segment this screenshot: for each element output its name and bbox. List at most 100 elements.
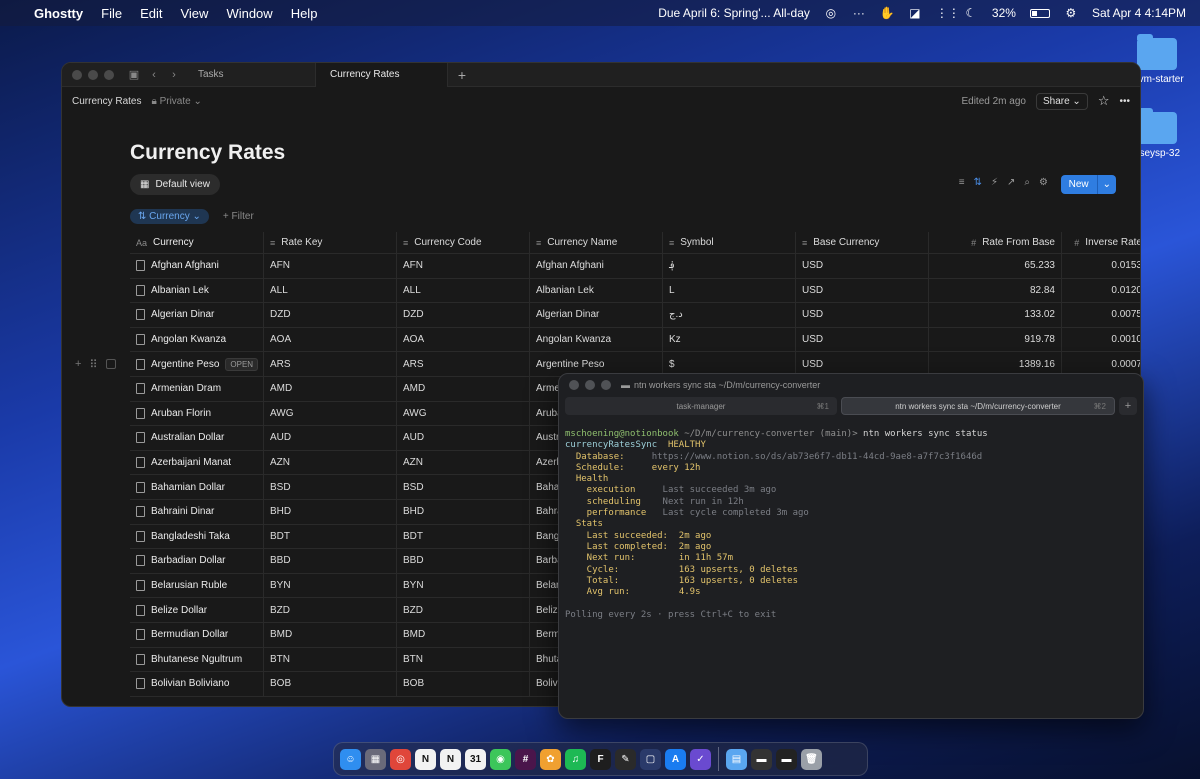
column-header[interactable]: ≡ Currency Name: [530, 232, 663, 253]
close-window-button[interactable]: [72, 69, 82, 80]
cell-rate[interactable]: 133.02: [929, 303, 1062, 327]
settings-sliders-icon[interactable]: ⚙: [1039, 177, 1048, 188]
row-checkbox[interactable]: [105, 359, 116, 370]
cell-key[interactable]: ARS: [264, 352, 397, 376]
cell-currency[interactable]: Afghan Afghani: [130, 254, 264, 278]
cell-base[interactable]: USD: [796, 278, 929, 303]
new-button-label[interactable]: New: [1060, 175, 1097, 194]
finder-icon[interactable]: ☺: [340, 748, 361, 770]
cell-inverse[interactable]: 0.0075: [1062, 303, 1140, 327]
cell-code[interactable]: AZN: [397, 450, 530, 475]
cell-code[interactable]: BMD: [397, 622, 530, 647]
cell-code[interactable]: BTN: [397, 647, 530, 672]
cell-code[interactable]: AOA: [397, 327, 530, 352]
battery-icon[interactable]: [1029, 8, 1050, 18]
sidebar-toggle-icon[interactable]: ▣: [124, 68, 144, 81]
figma-icon[interactable]: F: [590, 748, 611, 770]
cell-key[interactable]: BYN: [264, 573, 397, 598]
cell-key[interactable]: DZD: [264, 303, 397, 327]
table-row[interactable]: Algerian Dinar DZD DZD Algerian Dinar د.ج USD…: [130, 303, 1140, 328]
sort-icon[interactable]: ⇅: [974, 177, 982, 188]
cell-code[interactable]: BHD: [397, 499, 530, 524]
cell-code[interactable]: BSD: [397, 475, 530, 499]
notes-icon[interactable]: ✎: [615, 748, 636, 770]
new-terminal-tab-button[interactable]: +: [1119, 397, 1137, 415]
cell-rate[interactable]: 82.84: [929, 278, 1062, 303]
cell-currency[interactable]: Barbadian Dollar: [130, 549, 264, 573]
cell-key[interactable]: AZN: [264, 450, 397, 475]
column-header[interactable]: # Inverse Rate: [1062, 232, 1140, 253]
menu-help[interactable]: Help: [291, 6, 318, 21]
back-icon[interactable]: ‹: [144, 69, 164, 81]
new-button[interactable]: New ⌄: [1060, 175, 1116, 194]
menu-view[interactable]: View: [180, 6, 208, 21]
cell-key[interactable]: AUD: [264, 426, 397, 450]
cell-inverse[interactable]: 0.0010: [1062, 328, 1140, 352]
terminal-tab-sync-status[interactable]: ntn workers sync sta ~/D/m/currency-conv…: [841, 397, 1115, 415]
table-row[interactable]: Albanian Lek ALL ALL Albanian Lek L USD 82.84 0…: [130, 278, 1140, 304]
formula-icon[interactable]: ↗: [1007, 177, 1015, 188]
messages-icon[interactable]: ◉: [490, 748, 511, 770]
column-header[interactable]: ≡ Currency Code: [397, 232, 530, 253]
minimize-window-button[interactable]: [585, 379, 595, 390]
cell-code[interactable]: BBD: [397, 549, 530, 573]
cell-currency[interactable]: Bermudian Dollar: [130, 622, 264, 647]
cell-code[interactable]: BZD: [397, 598, 530, 622]
control-center-icon[interactable]: ⚙: [1064, 6, 1078, 20]
column-header[interactable]: # Rate From Base: [929, 232, 1062, 253]
wifi-status-icon[interactable]: ◎: [824, 6, 838, 20]
terminal-output[interactable]: mschoening@notionbook ~/D/m/currency-con…: [559, 415, 1143, 621]
privacy-toggle[interactable]: 🔒︎ Private ⌄: [151, 96, 201, 107]
cell-key[interactable]: BMD: [264, 622, 397, 647]
downloads-folder-icon[interactable]: ▤: [726, 748, 747, 770]
chevron-down-icon[interactable]: ⌄: [1096, 175, 1116, 194]
share-button[interactable]: Share ⌄: [1035, 92, 1088, 110]
terminal-tab-task-manager[interactable]: task-manager ⌘1: [565, 397, 837, 415]
trash-icon[interactable]: 🗑: [801, 748, 822, 770]
add-filter-button[interactable]: + Filter: [223, 211, 254, 222]
cell-name[interactable]: Angolan Kwanza: [530, 327, 663, 352]
forward-icon[interactable]: ›: [164, 69, 184, 81]
cell-key[interactable]: BSD: [264, 475, 397, 499]
cell-code[interactable]: AUD: [397, 426, 530, 450]
screen-icon[interactable]: ◪: [908, 6, 922, 20]
cell-key[interactable]: AMD: [264, 376, 397, 401]
cell-base[interactable]: USD: [796, 254, 929, 278]
menu-file[interactable]: File: [101, 6, 122, 21]
notion-mail-icon[interactable]: N: [440, 748, 461, 770]
cell-key[interactable]: AWG: [264, 401, 397, 426]
minimize-window-button[interactable]: [88, 69, 98, 80]
cell-name[interactable]: Algerian Dinar: [530, 303, 663, 327]
cell-key[interactable]: BHD: [264, 499, 397, 524]
cell-key[interactable]: BDT: [264, 524, 397, 549]
cell-symbol[interactable]: L: [663, 278, 796, 303]
search-icon[interactable]: ⌕: [1024, 177, 1030, 188]
zoom-window-button[interactable]: [601, 379, 611, 390]
cell-currency[interactable]: Belarusian Ruble: [130, 573, 264, 598]
cell-name[interactable]: Afghan Afghani: [530, 254, 663, 278]
menu-app-name[interactable]: Ghostty: [34, 6, 83, 21]
cell-code[interactable]: BOB: [397, 672, 530, 696]
cell-inverse[interactable]: 0.0153: [1062, 254, 1140, 278]
cell-base[interactable]: USD: [796, 303, 929, 327]
column-header[interactable]: ≡ Base Currency: [796, 232, 929, 253]
chrome-icon[interactable]: ◎: [390, 748, 411, 770]
cell-symbol[interactable]: ؋: [663, 254, 796, 278]
cell-currency[interactable]: Armenian Dram: [130, 376, 264, 401]
more-options-icon[interactable]: •••: [1119, 96, 1130, 107]
column-header[interactable]: Aa Currency: [130, 232, 264, 253]
cell-code[interactable]: ARS: [397, 352, 530, 376]
cell-currency[interactable]: Argentine Peso OPEN: [130, 352, 264, 376]
cell-currency[interactable]: Bhutanese Ngultrum: [130, 647, 264, 672]
cell-symbol[interactable]: د.ج: [663, 303, 796, 327]
cell-currency[interactable]: Angolan Kwanza: [130, 327, 264, 352]
calendar-event-item[interactable]: Due April 6: Spring'... All-day: [658, 6, 810, 20]
tab-currency-rates[interactable]: Currency Rates: [316, 63, 448, 87]
column-header[interactable]: ≡ Rate Key: [264, 232, 397, 253]
slack-icon[interactable]: #: [515, 748, 536, 770]
cell-symbol[interactable]: Kz: [663, 327, 796, 352]
hand-icon[interactable]: ✋: [880, 6, 895, 20]
window-thumbnail-icon[interactable]: ▬: [776, 748, 797, 770]
more-icon[interactable]: ···: [852, 6, 866, 20]
menu-window[interactable]: Window: [226, 6, 272, 21]
